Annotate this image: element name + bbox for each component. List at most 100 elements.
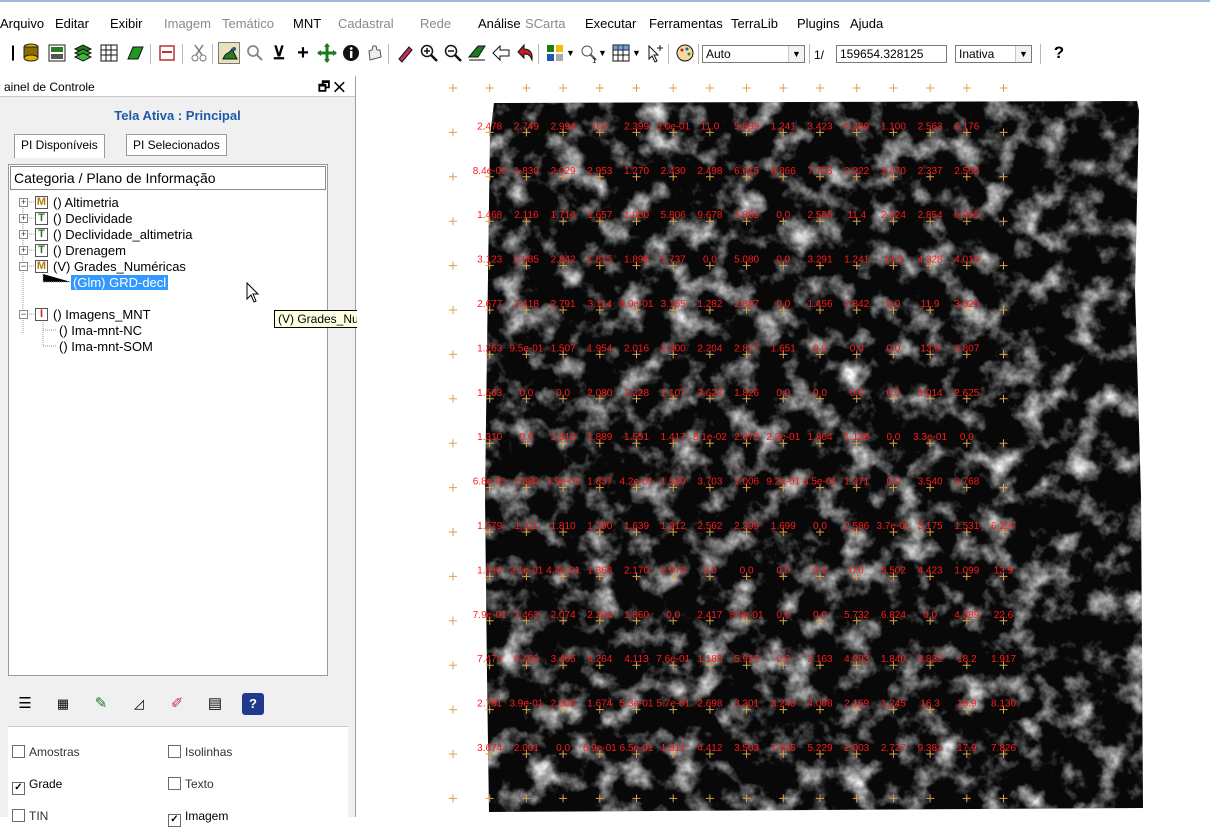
grid-value-label: 9.2e-01 (766, 477, 800, 488)
checkbox-amostras[interactable]: Amostras (12, 745, 80, 759)
menu-item-executar[interactable]: Executar (585, 16, 636, 31)
pencil-icon[interactable]: ✐ (166, 693, 188, 715)
grid-value-label: 1.580 (661, 477, 686, 488)
grid-value-label: 2.791 (551, 299, 576, 310)
tree-item-ima-mnt-nc[interactable]: () Ima-mnt-NC (59, 323, 142, 339)
panel-button-bar: ☰ ▦ ✎ ◿ ✐ ▤ ? (8, 688, 348, 718)
hand-icon[interactable] (364, 42, 386, 64)
checkbox-box (168, 777, 181, 790)
checkbox-grade[interactable]: ✓ Grade (12, 777, 62, 795)
checkbox-isolinhas[interactable]: Isolinhas (168, 745, 232, 759)
grid-value-label: 3.7e-01 (876, 521, 910, 532)
grid-value-label: 4.019 (954, 255, 979, 266)
scale-input[interactable]: 159654.328125 (836, 45, 947, 63)
tab-pi-selecionados[interactable]: PI Selecionados (126, 134, 227, 156)
palette-icon[interactable] (674, 42, 696, 64)
expand-plus-icon[interactable]: + (19, 230, 28, 239)
measure-icon[interactable]: 1 (578, 42, 600, 64)
menu-item-rede[interactable]: Rede (420, 16, 451, 31)
scissors-icon[interactable] (188, 42, 210, 64)
panel-window-controls[interactable]: 🗗 ✕ (318, 78, 345, 100)
table-icon[interactable] (98, 42, 120, 64)
menu-item-imagem[interactable]: Imagem (164, 16, 211, 31)
menu-item-exibir[interactable]: Exibir (110, 16, 143, 31)
grid-value-label: 8.130 (991, 699, 1016, 710)
menu-item-tem-tico[interactable]: Temático (222, 16, 274, 31)
collapse-minus-icon[interactable]: − (19, 262, 28, 271)
database-icon[interactable] (20, 42, 42, 64)
edit-tool-icon[interactable]: ✎ (90, 693, 112, 715)
grid-value-label: 1.919 (477, 565, 502, 576)
grid-value-label: 2.204 (587, 610, 612, 621)
map-canvas[interactable]: 2.478 2.749 2.994 0.0 2.399 3.0e-01 11.0 5.889 1… (357, 76, 1210, 817)
grid-value-label: 0.0 (813, 388, 827, 399)
add-point-icon[interactable]: + (292, 42, 314, 64)
checkbox-texto[interactable]: Texto (168, 777, 214, 791)
checkbox-tin[interactable]: TIN (12, 809, 48, 823)
grid-value-label: 4.2e-01 (620, 477, 654, 488)
menu-item-ajuda[interactable]: Ajuda (850, 16, 883, 31)
zoom-icon[interactable] (244, 42, 266, 64)
grid-cross (449, 705, 457, 714)
grid-cross (559, 84, 568, 92)
status-select[interactable]: Inativa ▼ (955, 45, 1032, 63)
cursor-plus-icon[interactable] (644, 42, 666, 64)
properties-icon[interactable]: ▦ (52, 693, 74, 715)
grid-value-label: 1.860 (624, 610, 649, 621)
pan-icon[interactable] (316, 42, 338, 64)
menu-item-terralib[interactable]: TerraLib (731, 16, 778, 31)
help-icon[interactable]: ? (242, 693, 264, 715)
grid-value-label: 3.540 (918, 477, 943, 488)
menu-item-arquivo[interactable]: Arquivo (0, 16, 44, 31)
zoom-in-icon[interactable] (418, 42, 440, 64)
zoom-out-icon[interactable] (442, 42, 464, 64)
grid-value-label: 1.812 (661, 743, 686, 754)
edit-pencil-icon[interactable] (394, 42, 416, 64)
map-select-icon[interactable] (218, 42, 240, 64)
pointer-select-icon[interactable]: ⊻ (268, 42, 290, 64)
menu-item-plugins[interactable]: Plugins (797, 16, 840, 31)
collapse-minus-icon[interactable]: − (19, 310, 28, 319)
grid-value-label: 5.502 (881, 565, 906, 576)
menu-item-editar[interactable]: Editar (55, 16, 89, 31)
menu-item-mnt[interactable]: MNT (293, 16, 321, 31)
chart-icon[interactable]: ◿ (128, 693, 150, 715)
menu-item-scarta[interactable]: SCarta (525, 16, 565, 31)
zoom-area-icon[interactable] (466, 42, 488, 64)
grid-value-label: 4.289 (844, 121, 869, 132)
menu-item-cadastral[interactable]: Cadastral (338, 16, 394, 31)
legend-icon[interactable]: ▤ (204, 693, 226, 715)
tab-pi-disponiveis[interactable]: PI Disponíveis (14, 134, 105, 158)
checkbox-label: Texto (185, 777, 214, 791)
view-manager-icon[interactable] (46, 42, 68, 64)
undo-icon[interactable] (514, 42, 536, 64)
tree-item-ima-mnt-som[interactable]: () Ima-mnt-SOM (59, 339, 153, 355)
expand-plus-icon[interactable]: + (19, 198, 28, 207)
help-cursor-icon[interactable]: ? (1048, 42, 1070, 64)
expand-plus-icon[interactable]: + (19, 246, 28, 255)
grid-value-label: 3.243 (771, 699, 796, 710)
window-icon[interactable] (156, 42, 178, 64)
list-icon[interactable]: ☰ (14, 693, 36, 715)
grid-value-label: 0.0 (703, 565, 717, 576)
info-icon[interactable] (340, 42, 362, 64)
grid-value-label: 3.123 (477, 255, 502, 266)
grid-value-label: 1.371 (844, 477, 869, 488)
zoom-mode-select[interactable]: Auto ▼ (702, 45, 805, 63)
grid-value-label: 4.4e-01 (546, 565, 580, 576)
polygon-draw-icon[interactable] (124, 42, 146, 64)
grid-value-label: 2.2e-01 (766, 432, 800, 443)
image-category-icon: I (35, 308, 48, 321)
grid-table-icon[interactable] (610, 42, 632, 64)
tree-item-grd-decl[interactable]: (Glm) GRD-decl (71, 275, 169, 291)
layer-color-icon[interactable] (544, 42, 566, 64)
menu-item-ferramentas[interactable]: Ferramentas (649, 16, 723, 31)
grid-value-label: 0.0 (776, 299, 790, 310)
layers-icon[interactable] (72, 42, 94, 64)
panel-titlebar: ainel de Controle 🗗 ✕ (0, 76, 355, 97)
checkbox-imagem[interactable]: ✓ Imagem (168, 809, 228, 827)
expand-plus-icon[interactable]: + (19, 214, 28, 223)
back-arrow-icon[interactable] (490, 42, 512, 64)
menu-item-an-lise[interactable]: Análise (478, 16, 521, 31)
grid-value-label: 1.241 (771, 121, 796, 132)
